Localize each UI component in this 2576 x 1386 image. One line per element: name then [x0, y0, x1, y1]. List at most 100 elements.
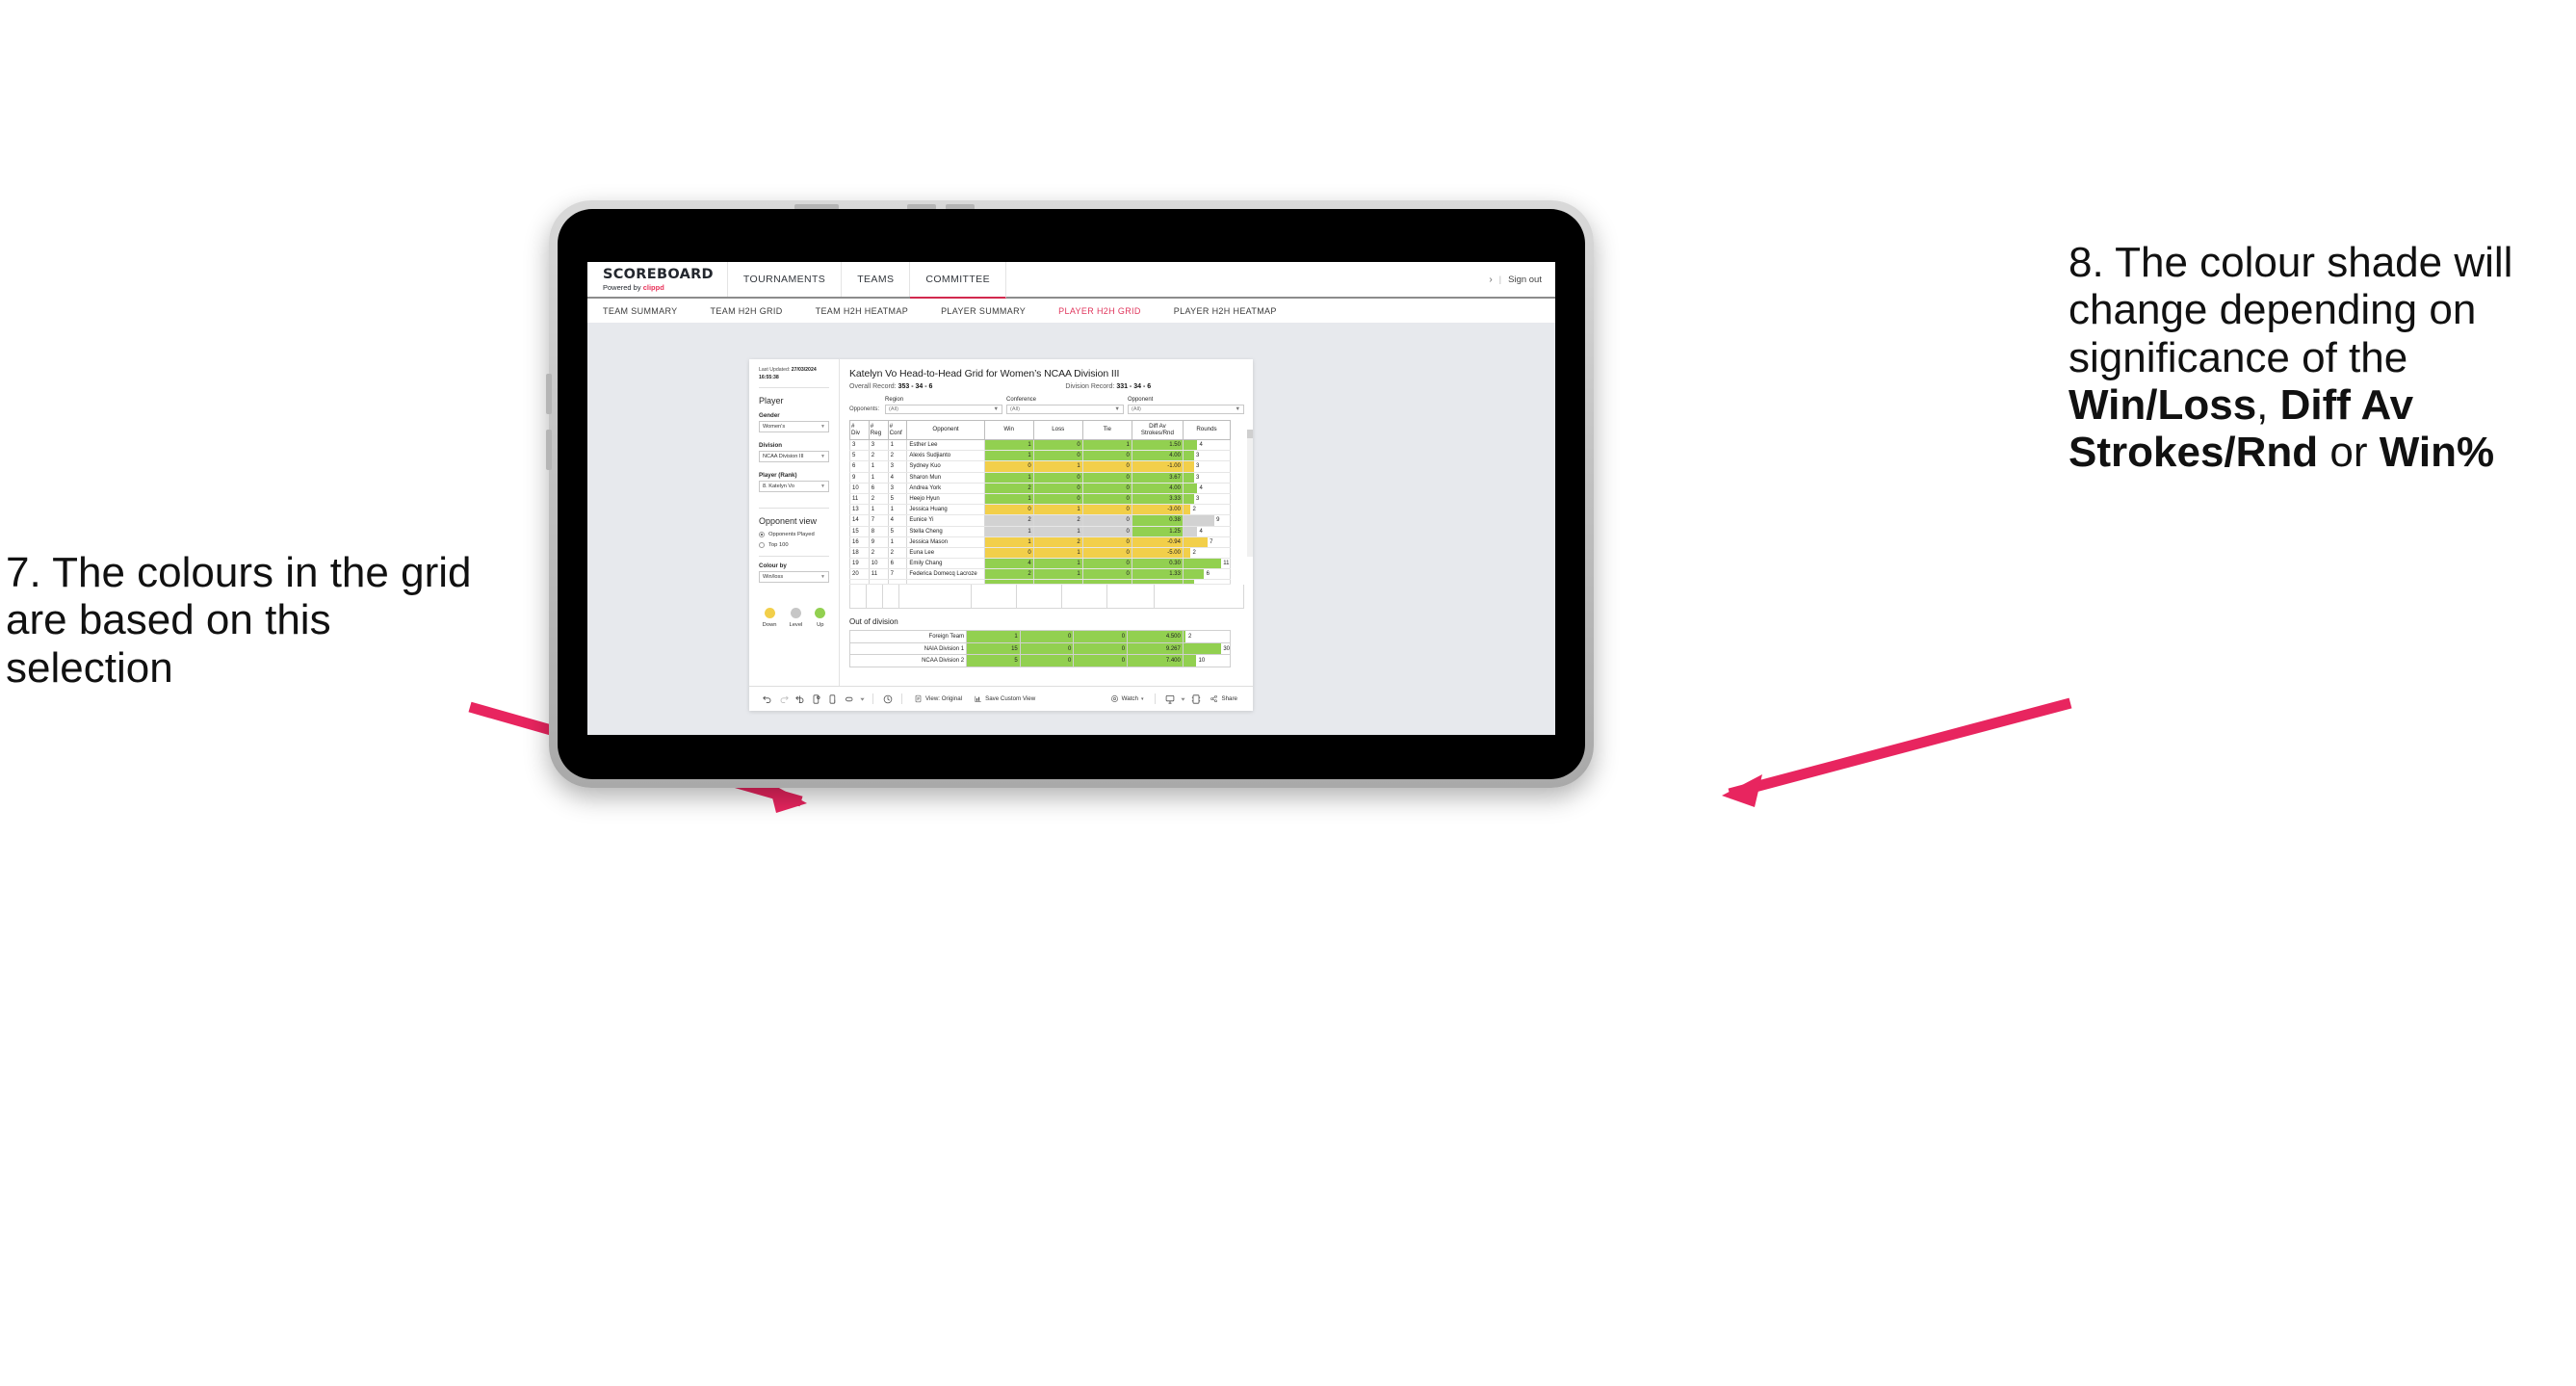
cell: 7.400	[1127, 654, 1184, 667]
cell: 0	[1081, 526, 1132, 537]
app-header-right: › | Sign out	[1489, 262, 1555, 297]
th-conf: # Conf	[887, 419, 908, 440]
table-row[interactable]: 13 1 1 Jessica Huang 0 1 0 -3.00 2	[849, 504, 1232, 516]
app-logo[interactable]: SCOREBOARD Powered by clippd	[587, 262, 728, 297]
legend-dot-up	[815, 608, 826, 619]
table-row[interactable]: 14 7 4 Eunice Yi 2 2 0 0.38 9	[849, 514, 1232, 527]
radio-top-100[interactable]: Top 100	[759, 541, 829, 548]
rounds-bar: 6	[1184, 569, 1229, 579]
rounds-bar-label: 2	[1192, 549, 1196, 556]
table-row[interactable]: 16 9 1 Jessica Mason 1 2 0 -0.94 7	[849, 536, 1232, 548]
chevron-down-icon: ▼	[820, 484, 825, 490]
rounds-bar: 30	[1183, 642, 1230, 655]
callout-8-bold-winloss: Win/Loss	[2069, 380, 2257, 429]
rounds-bar-cell: 2	[1182, 547, 1232, 560]
table-row[interactable]: 20 11 7 Federica Domecq Lacroze 2 1 0 1.33 6	[849, 568, 1232, 581]
download-caret-icon[interactable]	[1178, 691, 1187, 707]
th-win: Win	[983, 419, 1034, 440]
cell: 0	[1081, 493, 1132, 506]
th-conf-line1: #	[889, 422, 894, 430]
table-row[interactable]: 6 1 3 Sydney Kuo 0 1 0 -1.00 3	[849, 460, 1232, 473]
cell: 1.50	[1131, 439, 1184, 452]
grid-scrollbar-thumb[interactable]	[1247, 429, 1253, 438]
rounds-bar: 2	[1184, 505, 1229, 514]
logo-tagline-prefix: Powered by	[603, 282, 643, 292]
gender-select[interactable]: Women’s ▼	[759, 421, 829, 433]
nav-tournaments[interactable]: TOURNAMENTS	[727, 262, 843, 297]
division-record-value: 331 - 34 - 6	[1116, 383, 1152, 390]
fullscreen-icon[interactable]	[1187, 691, 1204, 707]
watch-button[interactable]: Watch ▾	[1105, 694, 1150, 703]
download-icon[interactable]	[1161, 691, 1178, 707]
tab-player-h2h-grid[interactable]: PLAYER H2H GRID	[1042, 306, 1158, 316]
undo-icon[interactable]	[759, 691, 775, 707]
h2h-grid-table: # Div # Reg # Conf Opponent Win Loss Tie Di…	[849, 419, 1232, 586]
overall-record-label: Overall Record:	[849, 383, 898, 390]
main-content: Katelyn Vo Head-to-Head Grid for Women’s…	[840, 359, 1253, 686]
tab-team-h2h-heatmap[interactable]: TEAM H2H HEATMAP	[799, 306, 924, 316]
rounds-bar-cell: 4	[1182, 483, 1232, 494]
grid-scrollbar[interactable]	[1247, 429, 1253, 557]
opponent-select[interactable]: (All) ▼	[1127, 404, 1244, 414]
cell: 10	[868, 558, 889, 570]
redo-icon[interactable]	[775, 691, 792, 707]
colour-by-select[interactable]: Win/loss ▼	[759, 571, 829, 584]
rounds-bar-cell: 10	[1182, 654, 1232, 667]
save-custom-view-button[interactable]: Save Custom View	[968, 694, 1041, 703]
chevron-right-icon[interactable]: ›	[1489, 275, 1492, 285]
highlight-caret-icon[interactable]	[857, 691, 867, 707]
cell	[1032, 579, 1083, 586]
rounds-bar: 4	[1184, 526, 1229, 536]
rounds-bar-fill	[1184, 461, 1194, 472]
radio-opponents-played[interactable]: Opponents Played	[759, 531, 829, 537]
cell: 5	[887, 526, 908, 537]
tab-player-h2h-heatmap[interactable]: PLAYER H2H HEATMAP	[1158, 306, 1293, 316]
table-row[interactable]: 19 10 6 Emily Chang 4 1 0 0.30 11	[849, 558, 1232, 570]
table-row[interactable]: 15 8 5 Stella Cheng 1 1 0 1.25 4	[849, 526, 1232, 537]
table-row[interactable]: NAIA Division 1 15 0 0 9.267 30	[848, 641, 1232, 656]
cell: 10	[849, 483, 870, 494]
rounds-bar: 11	[1184, 559, 1229, 568]
table-row[interactable]: Foreign Team 1 0 0 4.500 2	[848, 630, 1232, 643]
highlight-icon[interactable]	[841, 691, 857, 707]
sign-out-link[interactable]: Sign out	[1508, 275, 1542, 285]
view-original-button[interactable]: View: Original	[908, 694, 968, 703]
region-label: Region	[885, 397, 904, 403]
conference-select[interactable]: (All) ▼	[1006, 404, 1124, 414]
nav-teams[interactable]: TEAMS	[842, 262, 911, 297]
table-row[interactable]: NCAA Division 2 5 0 0 7.400 10	[848, 654, 1232, 667]
tab-team-summary[interactable]: TEAM SUMMARY	[603, 306, 694, 316]
dashboard-sheet: Last Updated: 27/03/2024 16:55:38 Player…	[749, 359, 1253, 711]
cell: Alexis Sudjianto	[906, 450, 985, 462]
table-row[interactable]: 9 1 4 Sharon Mun 1 0 0 3.67 3	[849, 472, 1232, 484]
table-row[interactable]: 5 2 2 Alexis Sudjianto 1 0 0 4.00 3	[849, 450, 1232, 462]
cell	[1182, 579, 1232, 586]
opponent-value: (All)	[1131, 405, 1141, 412]
tab-player-summary[interactable]: PLAYER SUMMARY	[924, 306, 1042, 316]
grid-empty-pad	[849, 585, 1244, 610]
tablet-device: SCOREBOARD Powered by clippd TOURNAMENTS…	[546, 200, 1594, 788]
table-row[interactable]: 10 6 3 Andrea York 2 0 0 4.00 4	[849, 483, 1232, 494]
cell: 1	[983, 439, 1034, 452]
share-button[interactable]: Share	[1204, 694, 1243, 703]
pause-refresh-icon[interactable]	[824, 691, 841, 707]
cell: 4.500	[1127, 630, 1184, 643]
division-select[interactable]: NCAA Division III ▼	[759, 451, 829, 463]
table-row[interactable]: 11 2 5 Heejo Hyun 1 0 0 3.33 3	[849, 493, 1232, 506]
player-rank-select[interactable]: 8. Katelyn Vo ▼	[759, 481, 829, 493]
app-header: SCOREBOARD Powered by clippd TOURNAMENTS…	[587, 262, 1555, 299]
nav-committee[interactable]: COMMITTEE	[910, 262, 1006, 299]
revert-icon[interactable]	[792, 691, 808, 707]
cell: 1	[983, 526, 1034, 537]
rounds-bar-label: 2	[1187, 634, 1192, 641]
cell: 0	[983, 460, 1034, 473]
cell: 9	[849, 472, 870, 484]
history-icon[interactable]	[879, 691, 896, 707]
cell: Esther Lee	[906, 439, 985, 452]
region-select[interactable]: (All) ▼	[885, 404, 1002, 414]
table-row[interactable]: 3 3 1 Esther Lee 1 0 1 1.50 4	[849, 439, 1232, 452]
conference-label: Conference	[1006, 397, 1037, 403]
table-row[interactable]: 18 2 2 Euna Lee 0 1 0 -5.00 2	[849, 547, 1232, 560]
refresh-data-icon[interactable]	[808, 691, 824, 707]
tab-team-h2h-grid[interactable]: TEAM H2H GRID	[694, 306, 799, 316]
